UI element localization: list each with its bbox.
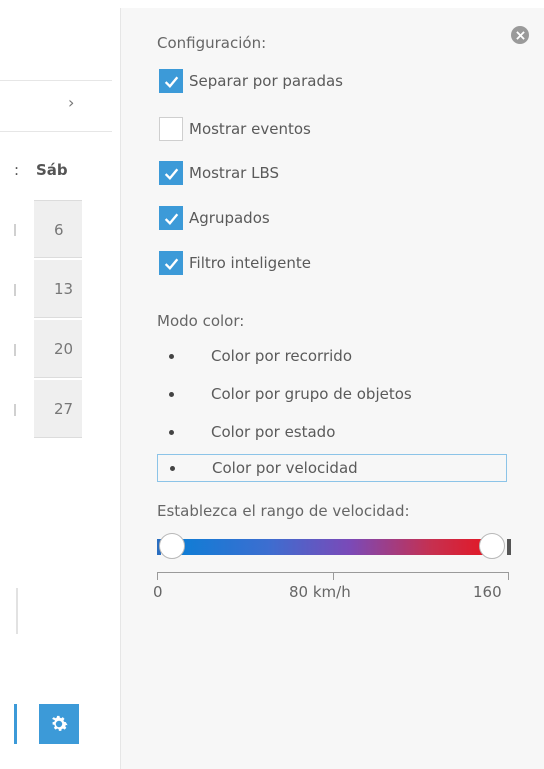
close-button[interactable] bbox=[511, 26, 529, 44]
panel-edge-fragment bbox=[16, 588, 18, 634]
checkmark-icon bbox=[164, 76, 178, 88]
day-header-saturday: Sáb bbox=[36, 161, 68, 179]
color-mode-option-recorrido[interactable]: Color por recorrido bbox=[157, 342, 507, 370]
day-header-fragment: : bbox=[14, 161, 20, 179]
slider-tick bbox=[157, 572, 158, 580]
checkbox-label: Filtro inteligente bbox=[189, 254, 312, 272]
config-title: Configuración: bbox=[157, 34, 267, 52]
settings-button[interactable] bbox=[39, 704, 79, 744]
bullet-icon bbox=[169, 429, 174, 435]
slider-tick bbox=[508, 572, 509, 580]
color-mode-label: Color por grupo de objetos bbox=[211, 385, 412, 403]
checkbox-box[interactable] bbox=[159, 206, 183, 230]
slider-min-label: 0 bbox=[153, 583, 163, 601]
checkbox-label: Mostrar LBS bbox=[189, 164, 280, 182]
color-mode-title: Modo color: bbox=[157, 312, 245, 330]
checkbox-box[interactable] bbox=[159, 161, 183, 185]
bullet-icon bbox=[169, 353, 174, 359]
speed-range-title: Establezca el rango de velocidad: bbox=[157, 502, 410, 520]
speed-range-slider[interactable] bbox=[157, 532, 511, 564]
color-mode-label: Color por velocidad bbox=[212, 459, 358, 477]
checkbox-label: Mostrar eventos bbox=[189, 120, 311, 138]
calendar-cell-edge bbox=[14, 284, 16, 296]
slider-tick bbox=[333, 572, 334, 580]
calendar-day-cell[interactable]: 20 bbox=[34, 320, 82, 378]
checkbox-mostrar-eventos[interactable]: Mostrar eventos bbox=[159, 116, 311, 142]
checkbox-mostrar-lbs[interactable]: Mostrar LBS bbox=[159, 160, 279, 186]
bullet-icon bbox=[170, 465, 175, 471]
checkbox-separar-por-paradas[interactable]: Separar por paradas bbox=[159, 68, 343, 94]
next-month-arrow[interactable]: › bbox=[68, 93, 74, 112]
calendar-day-cell[interactable]: 27 bbox=[34, 380, 82, 438]
bullet-icon bbox=[169, 391, 174, 397]
color-mode-option-velocidad[interactable]: Color por velocidad bbox=[157, 454, 507, 482]
checkbox-label: Separar por paradas bbox=[189, 72, 343, 90]
slider-max-handle[interactable] bbox=[479, 533, 505, 559]
calendar-nav-row: › bbox=[0, 80, 112, 132]
slider-max-label: 160 bbox=[473, 583, 502, 601]
color-mode-option-grupo[interactable]: Color por grupo de objetos bbox=[157, 380, 507, 408]
checkbox-agrupados[interactable]: Agrupados bbox=[159, 205, 270, 231]
gear-icon bbox=[52, 715, 68, 731]
checkbox-box[interactable] bbox=[159, 69, 183, 93]
slider-min-handle[interactable] bbox=[159, 533, 185, 559]
settings-panel: Configuración: Separar por paradas Mostr… bbox=[120, 8, 544, 769]
color-mode-label: Color por estado bbox=[211, 423, 336, 441]
checkbox-box[interactable] bbox=[159, 251, 183, 275]
calendar-cell-edge bbox=[14, 224, 16, 236]
checkmark-icon bbox=[164, 213, 178, 225]
calendar-cell-edge bbox=[14, 404, 16, 416]
calendar-cell-edge bbox=[14, 344, 16, 356]
slider-track-cap bbox=[507, 539, 511, 555]
calendar-day-cell[interactable]: 13 bbox=[34, 260, 82, 318]
checkbox-label: Agrupados bbox=[189, 209, 270, 227]
calendar-fragment: › : Sáb 6 13 20 27 bbox=[0, 0, 120, 769]
checkbox-box[interactable] bbox=[159, 117, 183, 141]
checkbox-filtro-inteligente[interactable]: Filtro inteligente bbox=[159, 250, 311, 276]
calendar-day-cell[interactable]: 6 bbox=[34, 200, 82, 258]
color-mode-option-estado[interactable]: Color por estado bbox=[157, 418, 507, 446]
color-mode-label: Color por recorrido bbox=[211, 347, 352, 365]
close-icon bbox=[515, 30, 525, 40]
active-indicator-bar bbox=[14, 704, 17, 744]
slider-mid-label: 80 km/h bbox=[289, 583, 351, 601]
checkmark-icon bbox=[164, 258, 178, 270]
slider-track-gradient[interactable] bbox=[169, 539, 497, 555]
checkmark-icon bbox=[164, 168, 178, 180]
